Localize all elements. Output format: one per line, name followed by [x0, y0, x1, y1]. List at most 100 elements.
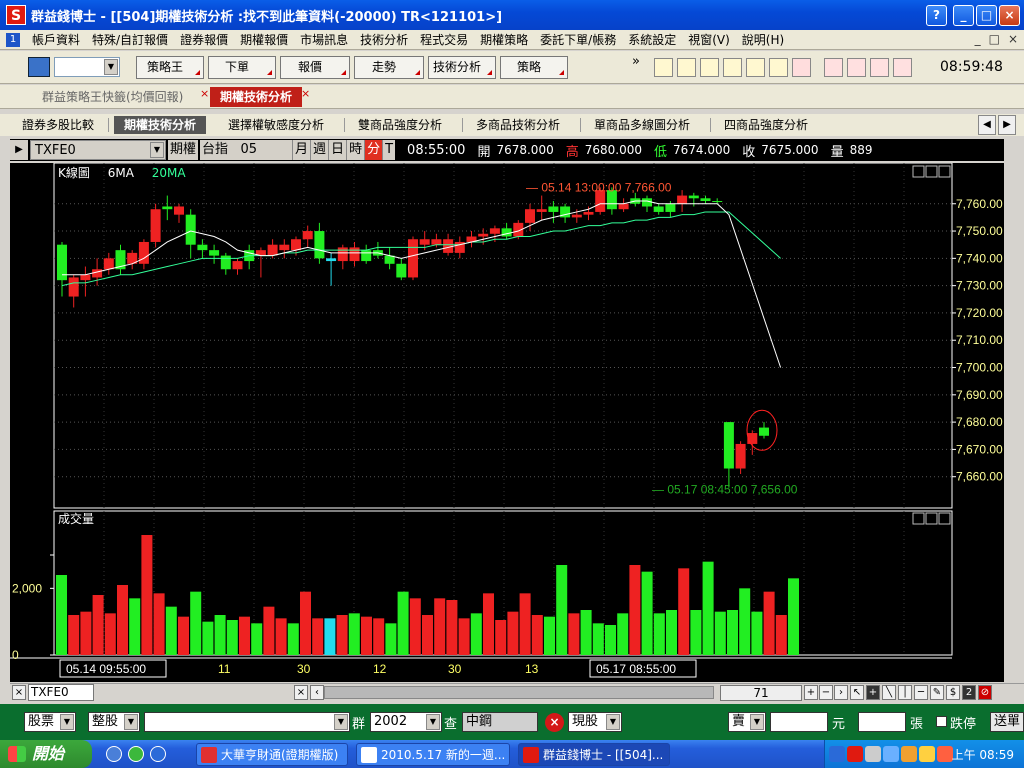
tab-close-icon[interactable]: ×	[200, 87, 209, 100]
board-select[interactable]: 整股 ▼	[88, 712, 140, 732]
layout-combo[interactable]: ▼	[54, 57, 120, 77]
strategy-king-button[interactable]: 策略王	[136, 56, 204, 79]
order-button[interactable]: 下單	[208, 56, 276, 79]
account-select[interactable]: ▼	[144, 712, 350, 732]
chevron-down-icon[interactable]: ▼	[104, 59, 118, 75]
cancel-icon[interactable]: ×	[545, 713, 564, 732]
maximize-button[interactable]: □	[976, 5, 997, 26]
tray-security-icon[interactable]	[919, 746, 935, 762]
page3-icon[interactable]	[870, 58, 889, 77]
chevron-down-icon[interactable]: ▼	[750, 714, 764, 730]
picture-icon[interactable]	[654, 58, 673, 77]
menu-stock-quote[interactable]: 證券報價	[174, 31, 234, 48]
minimize-button[interactable]: _	[953, 5, 974, 26]
subtab-dual-strength[interactable]: 雙商品強度分析	[354, 116, 446, 134]
search-icon[interactable]	[769, 58, 788, 77]
sheet-tab[interactable]: TXFE0	[28, 684, 94, 701]
menu-options-strategy[interactable]: 期權策略	[474, 31, 534, 48]
symbol-select[interactable]: TXFE0 ▼	[30, 140, 166, 160]
stock-code-select[interactable]: 2002 ▼	[370, 712, 442, 732]
draw-icon[interactable]: ✎	[930, 685, 944, 700]
period-month[interactable]: 月	[292, 140, 311, 160]
task-capital[interactable]: 群益錢博士 - [[504]...	[518, 743, 670, 766]
menu-market-news[interactable]: 市場訊息	[294, 31, 354, 48]
tray-network-icon[interactable]	[883, 746, 899, 762]
menu-custom-quote[interactable]: 特殊/自訂報價	[86, 31, 174, 48]
zoom-in-icon[interactable]: +	[804, 685, 818, 700]
tab-options-tech[interactable]: 期權技術分析	[210, 87, 303, 107]
trendline-icon[interactable]: ╲	[882, 685, 896, 700]
period-day[interactable]: 日	[328, 140, 347, 160]
send-button[interactable]: 送單	[990, 712, 1024, 732]
chevron-down-icon[interactable]: ▼	[606, 714, 620, 730]
close-icon[interactable]: ×	[294, 685, 308, 700]
ie-icon[interactable]	[150, 746, 166, 762]
vline-icon[interactable]: │	[898, 685, 912, 700]
stop-checkbox[interactable]	[936, 716, 947, 727]
quote-button[interactable]: 報價	[280, 56, 350, 79]
save-icon[interactable]	[723, 58, 742, 77]
toolbar-overflow-icon[interactable]: »	[632, 54, 640, 69]
menu-settings[interactable]: 系統設定	[622, 31, 682, 48]
alarm-icon[interactable]: ⊘	[978, 685, 992, 700]
play-icon[interactable]: ▶	[10, 140, 28, 160]
period-hour[interactable]: 時	[346, 140, 365, 160]
next-tab-icon[interactable]: ▶	[998, 115, 1016, 135]
tab-strategy-king[interactable]: 群益策略王快籤(均價回報)	[32, 87, 183, 107]
subtab-multi-tech[interactable]: 多商品技術分析	[472, 116, 564, 134]
pointer-icon[interactable]: ↖	[850, 685, 864, 700]
period-tick[interactable]: T	[382, 140, 396, 160]
crosshair-icon[interactable]: +	[866, 685, 880, 700]
page1-icon[interactable]	[824, 58, 843, 77]
messenger-icon[interactable]	[128, 746, 144, 762]
close-button[interactable]: ×	[999, 5, 1020, 26]
chevron-down-icon[interactable]: ▼	[60, 714, 74, 730]
menu-technical[interactable]: 技術分析	[354, 31, 414, 48]
chevron-down-icon[interactable]: ▼	[150, 142, 164, 158]
tray-capital-icon[interactable]	[847, 746, 863, 762]
mdi-minimize-button[interactable]: _	[975, 32, 981, 46]
subtab-stock-compare[interactable]: 證券多股比較	[18, 116, 98, 134]
chevron-down-icon[interactable]: ▼	[124, 714, 138, 730]
mdi-restore-button[interactable]: □	[989, 32, 1000, 46]
subtab-sensitivity[interactable]: 選擇權敏感度分析	[224, 116, 328, 134]
desktop-icon[interactable]	[106, 746, 122, 762]
query-button[interactable]: 查	[444, 713, 457, 732]
zoom-out-icon[interactable]: −	[819, 685, 833, 700]
start-button[interactable]: 開始	[0, 740, 92, 768]
asset-select[interactable]: 股票 ▼	[24, 712, 76, 732]
scroll-right-icon[interactable]: ›	[834, 685, 848, 700]
period-minute[interactable]: 分	[364, 140, 383, 160]
product-label[interactable]: 台指 05	[200, 140, 281, 160]
page4-icon[interactable]	[893, 58, 912, 77]
chevron-down-icon[interactable]: ▼	[426, 714, 440, 730]
trade-type-select[interactable]: 現股 ▼	[568, 712, 622, 732]
screen-icon[interactable]	[700, 58, 719, 77]
side-select[interactable]: 賣 ▼	[728, 712, 766, 732]
technical-analysis-button[interactable]: 技術分析	[428, 56, 496, 79]
chart-area[interactable]: 7,760.00 7,750.00 7,740.00 7,730.00 7,720.00…	[10, 163, 1004, 682]
hline-icon[interactable]: ─	[914, 685, 928, 700]
trend-button[interactable]: 走勢	[354, 56, 424, 79]
task-dahua[interactable]: 大華亨財通(證期權版)	[196, 743, 348, 766]
monitor-icon[interactable]	[28, 57, 50, 77]
qty-input[interactable]	[858, 712, 906, 732]
mdi-close-button[interactable]: ×	[1008, 32, 1018, 46]
tab-close-icon[interactable]: ×	[301, 87, 310, 100]
subtab-four-strength[interactable]: 四商品強度分析	[720, 116, 812, 134]
task-document[interactable]: 2010.5.17 新的一週...	[356, 743, 510, 766]
menu-account[interactable]: 帳戶資料	[26, 31, 86, 48]
minus-two-icon[interactable]: 2	[962, 685, 976, 700]
bar-count[interactable]: 71	[720, 685, 802, 701]
market-label[interactable]: 期權	[168, 140, 199, 160]
strategy-button[interactable]: 策略	[500, 56, 568, 79]
page2-icon[interactable]	[847, 58, 866, 77]
subtab-options-tech[interactable]: 期權技術分析	[114, 116, 207, 134]
menu-order[interactable]: 委託下單/帳務	[534, 31, 622, 48]
period-week[interactable]: 週	[310, 140, 329, 160]
menu-help[interactable]: 說明(H)	[736, 31, 790, 48]
money-icon[interactable]: $	[946, 685, 960, 700]
close-sheet-icon[interactable]: ×	[12, 685, 26, 700]
help-button[interactable]: ?	[926, 5, 947, 26]
tray-arrow-icon[interactable]	[829, 746, 845, 762]
